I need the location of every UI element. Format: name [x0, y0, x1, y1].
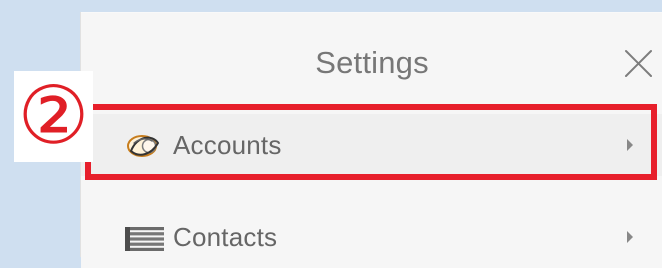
- settings-item-accounts-label: Accounts: [173, 130, 282, 160]
- chevron-right-icon: [625, 138, 635, 152]
- step-marker-badge: ②: [14, 71, 93, 162]
- settings-header: Settings: [81, 12, 662, 107]
- close-button[interactable]: [621, 46, 655, 80]
- settings-item-accounts[interactable]: Accounts: [81, 114, 662, 176]
- accounts-icon: [121, 128, 168, 162]
- settings-panel: Settings Accounts Contacts: [80, 12, 662, 268]
- chevron-right-icon: [625, 230, 635, 244]
- settings-item-contacts-label: Contacts: [173, 222, 278, 252]
- step-marker-text: ②: [17, 68, 90, 162]
- settings-title: Settings: [315, 45, 429, 80]
- close-icon: [624, 49, 652, 77]
- settings-item-contacts[interactable]: Contacts: [81, 206, 662, 268]
- contacts-icon: [121, 220, 168, 254]
